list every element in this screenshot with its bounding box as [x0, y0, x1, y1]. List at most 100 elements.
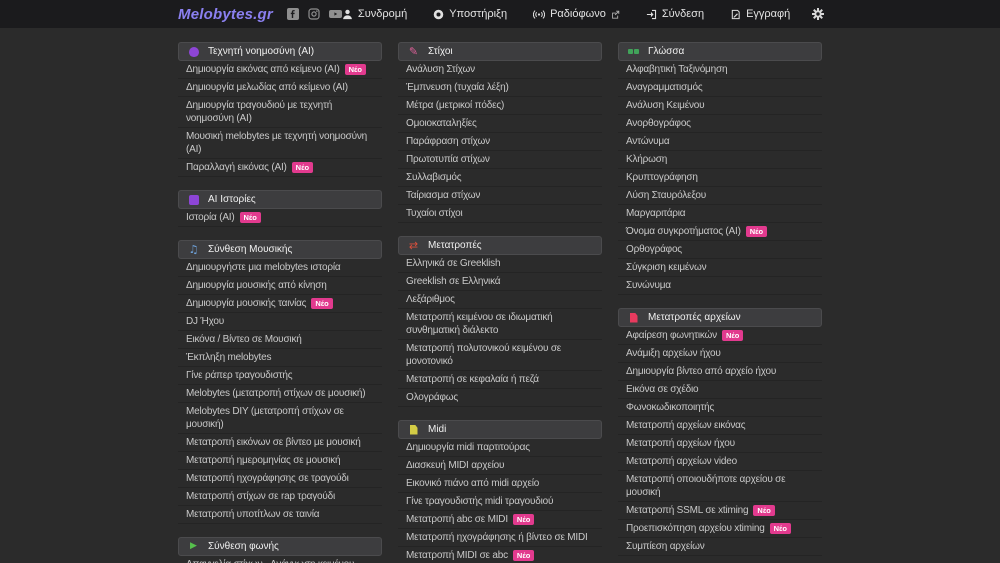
list-item[interactable]: Μετατροπή υποτίτλων σε ταινία — [178, 506, 382, 524]
section-title: Τεχνητή νοημοσύνη (AI) — [208, 46, 314, 57]
list-item[interactable]: Διασκευή MIDI αρχείου — [398, 457, 602, 475]
list-item[interactable]: Ορθογράφος — [618, 241, 822, 259]
exchange-icon: ⇄ — [407, 240, 420, 251]
list-item[interactable]: Ανορθογράφος — [618, 115, 822, 133]
nav-item-register[interactable]: Εγγραφή — [730, 8, 790, 20]
list-item[interactable]: Συνώνυμα — [618, 277, 822, 295]
list-item-label: Ανάλυση Κειμένου — [626, 99, 704, 112]
list-item[interactable]: Ιστορία (AI)Νέο — [178, 209, 382, 227]
list-item[interactable]: Μετατροπή ηχογράφησης σε τραγούδι — [178, 470, 382, 488]
site-logo[interactable]: Melobytes.gr — [178, 6, 273, 23]
list-item[interactable]: Γίνε τραγουδιστής midi τραγουδιού — [398, 493, 602, 511]
list-item[interactable]: Μετατροπή πολυτονικού κειμένου σε μονοτο… — [398, 340, 602, 371]
list-item[interactable]: Δημιουργήστε μια melobytes ιστορία — [178, 259, 382, 277]
section-midi: MidiΔημιουργία midi παρτιτούραςΔιασκευή … — [398, 420, 602, 563]
list-item[interactable]: Ανάμιξη αρχείων ήχου — [618, 345, 822, 363]
list-item[interactable]: Μουσική melobytes με τεχνητή νοημοσύνη (… — [178, 128, 382, 159]
youtube-icon[interactable] — [329, 8, 342, 20]
list-item[interactable]: Δημιουργία βίντεο από αρχείο ήχου — [618, 363, 822, 381]
list-item[interactable]: Μετατροπή εικόνων σε βίντεο με μουσική — [178, 434, 382, 452]
pencil-icon: ✎ — [407, 46, 420, 57]
list-item[interactable]: DJ Ήχου — [178, 313, 382, 331]
list-item[interactable]: Ολογράφως — [398, 389, 602, 407]
list-item[interactable]: Έκπληξη melobytes — [178, 349, 382, 367]
list-item[interactable]: Δημιουργία μουσικής ταινίαςΝέο — [178, 295, 382, 313]
list-item-label: Εικόνα σε σχέδιο — [626, 383, 698, 396]
list-item[interactable]: Προεπισκόπηση αρχείου xtimingΝέο — [618, 520, 822, 538]
list-item[interactable]: Εικόνα σε σχέδιο — [618, 381, 822, 399]
list-item[interactable]: Μετατροπή ηχογράφησης ή βίντεο σε MIDI — [398, 529, 602, 547]
list-item-label: Προεπισκόπηση αρχείου xtiming — [626, 522, 765, 535]
list-item-label: Δημιουργία βίντεο από αρχείο ήχου — [626, 365, 776, 378]
list-item[interactable]: Αλφαβητική Ταξινόμηση — [618, 61, 822, 79]
list-item[interactable]: Παραλλαγή εικόνας (AI)Νέο — [178, 159, 382, 177]
list-item[interactable]: Αντώνυμα — [618, 133, 822, 151]
section-music-composition: ♫Σύνθεση ΜουσικήςΔημιουργήστε μια meloby… — [178, 240, 382, 524]
list-item[interactable]: Μετατροπή αρχείων video — [618, 453, 822, 471]
list-item[interactable]: Greeklish σε Ελληνικά — [398, 273, 602, 291]
instagram-icon[interactable] — [308, 8, 320, 20]
new-badge: Νέο — [513, 514, 534, 525]
list-item[interactable]: Κλήρωση — [618, 151, 822, 169]
list-item-label: Μετατροπή ηχογράφησης ή βίντεο σε MIDI — [406, 531, 588, 544]
list-item[interactable]: Συμπίεση αρχείων — [618, 538, 822, 556]
list-item[interactable]: Ομοιοκαταληξίες — [398, 115, 602, 133]
list-item[interactable]: Μετατροπή abc σε MIDIΝέο — [398, 511, 602, 529]
nav-item-label: Υποστήριξη — [449, 8, 507, 20]
facebook-icon[interactable] — [287, 8, 299, 20]
list-item[interactable]: Μαργαριτάρια — [618, 205, 822, 223]
list-item[interactable]: Γίνε ράπερ τραγουδιστής — [178, 367, 382, 385]
list-item[interactable]: Ελληνικά σε Greeklish — [398, 255, 602, 273]
list-item[interactable]: Κρυπτογράφηση — [618, 169, 822, 187]
list-item[interactable]: Μέτρα (μετρικοί πόδες) — [398, 97, 602, 115]
column-1: Τεχνητή νοημοσύνη (AI) Δημιουργία εικόνας… — [178, 42, 382, 563]
list-item[interactable]: Δημιουργία midi παρτιτούρας — [398, 439, 602, 457]
list-item-label: DJ Ήχου — [186, 315, 224, 328]
list-item[interactable]: Λύση Σταυρόλεξου — [618, 187, 822, 205]
nav-item-radio[interactable]: Ραδιόφωνο — [533, 8, 620, 20]
list-item[interactable]: Λεξάριθμος — [398, 291, 602, 309]
section-header-ai-stories: AI Ιστορίες — [178, 190, 382, 209]
list-item[interactable]: Αναγραμματισμός — [618, 79, 822, 97]
list-item[interactable]: Πρωτοτυπία στίχων — [398, 151, 602, 169]
list-item[interactable]: Εικόνα / Βίντεο σε Μουσική — [178, 331, 382, 349]
list-item[interactable]: Έμπνευση (τυχαία λέξη) — [398, 79, 602, 97]
gear-icon[interactable] — [812, 8, 824, 20]
list-item[interactable]: Όνομα συγκροτήματος (AI)Νέο — [618, 223, 822, 241]
list-item[interactable]: Παράφραση στίχων — [398, 133, 602, 151]
list-item-label: Φωνοκωδικοποιητής — [626, 401, 714, 414]
list-item[interactable]: Δημιουργία τραγουδιού με τεχνητή νοημοσύ… — [178, 97, 382, 128]
nav-item-support[interactable]: Υποστήριξη — [433, 8, 507, 20]
list-item[interactable]: Μετατροπή αρχείων ήχου — [618, 435, 822, 453]
list-item[interactable]: Σύγκριση κειμένων — [618, 259, 822, 277]
list-item[interactable]: Φωνοκωδικοποιητής — [618, 399, 822, 417]
list-item[interactable]: Μετατροπή στίχων σε rap τραγούδι — [178, 488, 382, 506]
list-item-label: Μετατροπή αρχείων video — [626, 455, 737, 468]
list-item[interactable]: Δημιουργία εικόνας από κείμενο (AI)Νέο — [178, 61, 382, 79]
list-item[interactable]: Μετατροπή SSML σε xtimingΝέο — [618, 502, 822, 520]
list-item[interactable]: Ταίριασμα στίχων — [398, 187, 602, 205]
list-item[interactable]: Τυχαίοι στίχοι — [398, 205, 602, 223]
list-item[interactable]: Δημιουργία μελωδίας από κείμενο (AI) — [178, 79, 382, 97]
list-item[interactable]: Μετατροπή ημερομηνίας σε μουσική — [178, 452, 382, 470]
list-item[interactable]: Μετατροπή MIDI σε abcΝέο — [398, 547, 602, 563]
list-item[interactable]: Μετατροπή αρχείων εικόνας — [618, 417, 822, 435]
list-item[interactable]: Εικονικό πιάνο από midi αρχείο — [398, 475, 602, 493]
list-item-label: Συλλαβισμός — [406, 171, 461, 184]
list-item-label: Δημιουργήστε μια melobytes ιστορία — [186, 261, 340, 274]
list-item[interactable]: Melobytes (μετατροπή στίχων σε μουσική) — [178, 385, 382, 403]
list-item[interactable]: Ανάλυση Στίχων — [398, 61, 602, 79]
list-item[interactable]: Μετατροπή σε κεφαλαία ή πεζά — [398, 371, 602, 389]
list-item-label: Ανάμιξη αρχείων ήχου — [626, 347, 721, 360]
list-item[interactable]: Μετατροπή κειμένου σε ιδιωματική συνθημα… — [398, 309, 602, 340]
nav-item-login[interactable]: Σύνδεση — [646, 8, 704, 20]
list-item[interactable]: Αφαίρεση φωνητικώνΝέο — [618, 327, 822, 345]
nav-item-subscription[interactable]: Συνδρομή — [342, 8, 407, 20]
list-item[interactable]: Ανάλυση Κειμένου — [618, 97, 822, 115]
section-ai-tools: Τεχνητή νοημοσύνη (AI) Δημιουργία εικόνας… — [178, 42, 382, 177]
list-item[interactable]: Απαγγελία στίχων - Ανάγνωση κειμένου — [178, 556, 382, 563]
list-item[interactable]: Δημιουργία μουσικής από κίνηση — [178, 277, 382, 295]
list-item[interactable]: Melobytes DIY (μετατροπή στίχων σε μουσι… — [178, 403, 382, 434]
list-item[interactable]: Μετατροπή οποιουδήποτε αρχείου σε μουσικ… — [618, 471, 822, 502]
list-item[interactable]: Συλλαβισμός — [398, 169, 602, 187]
